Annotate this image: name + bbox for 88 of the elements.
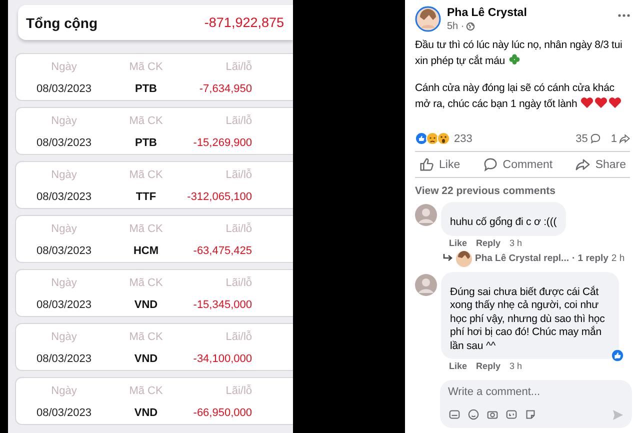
stock-symbol: HCM xyxy=(133,244,159,256)
comment-action-link[interactable]: Like xyxy=(449,361,468,371)
share-count[interactable]: 1 xyxy=(610,132,617,144)
comment-time: 3 h xyxy=(510,361,522,371)
post-time: 5h · xyxy=(447,20,464,32)
column-label: Ngày xyxy=(51,276,77,288)
column-label: Mã CK xyxy=(129,114,163,126)
share-arrow-icon xyxy=(619,133,630,144)
reply-time: 2 h xyxy=(611,253,625,264)
column-label: Ngày xyxy=(51,330,77,342)
more-options-icon[interactable] xyxy=(618,14,630,17)
stock-symbol: PTB xyxy=(135,82,157,94)
profit-loss-value: -34,100,000 xyxy=(193,352,252,364)
speech-bubble-icon xyxy=(482,157,498,172)
stock-symbol: VND xyxy=(134,298,158,310)
avatar-icon[interactable] xyxy=(456,250,472,266)
replies-link[interactable]: Pha Lê Crystal repl... xyxy=(475,253,569,264)
column-label: Mã CK xyxy=(129,222,163,234)
trade-card[interactable]: Ngày Mã CK Lãi/lỗ 08/03/2023 PTB -15,269,900 xyxy=(15,107,293,155)
column-label: Ngày xyxy=(51,384,77,396)
stock-symbol: PTB xyxy=(135,136,157,148)
comment-button[interactable]: Comment xyxy=(478,155,557,174)
column-label: Lãi/lỗ xyxy=(226,168,252,180)
trade-card[interactable]: Ngày Mã CK Lãi/lỗ 08/03/2023 PTB -7,634,950 xyxy=(15,53,293,101)
share-button[interactable]: Share xyxy=(571,155,630,174)
total-value: -871,922,875 xyxy=(204,15,284,30)
comment-field[interactable]: Write a comment... xyxy=(448,386,618,398)
column-label: Lãi/lỗ xyxy=(226,330,252,342)
comment-text: Đúng sai chưa biết được cái Cắt xong thấy nhẹ cả người, coi như học phí vậy, nhưng dù sao thì học phí hơi bị cao đó! Chúc may mắn lần sau ^^ xyxy=(450,286,606,353)
column-label: Lãi/lỗ xyxy=(226,222,252,234)
stock-symbol: VND xyxy=(134,406,158,418)
share-arrow-icon xyxy=(575,157,590,172)
column-label: Mã CK xyxy=(129,60,163,72)
column-label: Mã CK xyxy=(129,330,163,342)
post-text: Đầu tư thì có lúc này lúc nọ, nhân ngày 8/3 tui xin phép tự cắt máu xyxy=(414,38,624,69)
trade-card[interactable]: Ngày Mã CK Lãi/lỗ 08/03/2023 VND -34,100,000 xyxy=(15,323,293,371)
stock-symbol: TTF xyxy=(136,190,156,202)
profit-loss-value: -15,269,900 xyxy=(193,136,252,148)
stock-symbol: VND xyxy=(134,352,158,364)
profit-loss-value: -63,475,425 xyxy=(193,244,252,256)
speech-bubble-icon xyxy=(590,133,601,144)
trade-date: 08/03/2023 xyxy=(36,352,92,364)
column-label: Lãi/lỗ xyxy=(226,276,252,288)
comment-text: huhu cố gổng đi c ơ :((( xyxy=(450,216,557,230)
profit-loss-value: -66,950,000 xyxy=(193,406,252,418)
trade-date: 08/03/2023 xyxy=(36,406,92,418)
column-label: Mã CK xyxy=(129,276,163,288)
trade-date: 08/03/2023 xyxy=(36,298,92,310)
hearts-icon xyxy=(580,96,622,109)
author-name[interactable]: Pha Lê Crystal xyxy=(447,6,527,18)
view-more-comments-link[interactable]: View 22 previous comments xyxy=(405,178,640,197)
post-text: Cánh cửa này đóng lại sẽ có cánh cửa khác mở ra, chúc các bạn 1 ngày tốt lành xyxy=(405,81,640,112)
trade-date: 08/03/2023 xyxy=(36,82,92,94)
column-label: Mã CK xyxy=(129,384,163,396)
clover-icon xyxy=(508,53,521,66)
trade-date: 08/03/2023 xyxy=(36,190,92,202)
trade-card[interactable]: Ngày Mã CK Lãi/lỗ 08/03/2023 HCM -63,475,425 xyxy=(15,215,293,263)
reply-count: · 1 reply xyxy=(572,253,608,264)
profit-loss-value: -15,345,000 xyxy=(193,298,252,310)
column-label: Ngày xyxy=(51,168,77,180)
like-button[interactable]: Like xyxy=(415,155,464,174)
comment-action-link[interactable]: Like xyxy=(449,238,468,248)
column-label: Ngày xyxy=(51,222,77,234)
reaction-count[interactable]: 233 xyxy=(454,132,472,144)
total-label: Tổng cộng xyxy=(26,14,98,30)
thumbs-up-icon xyxy=(419,157,434,172)
column-label: Mã CK xyxy=(129,168,163,180)
column-label: Lãi/lỗ xyxy=(226,384,252,396)
reactions-icon[interactable] xyxy=(415,132,451,145)
comment-count[interactable]: 35 xyxy=(576,132,588,144)
camera-icon[interactable] xyxy=(486,408,499,421)
column-label: Lãi/lỗ xyxy=(226,60,252,72)
column-label: Ngày xyxy=(51,114,77,126)
comment-action-link[interactable]: Reply xyxy=(476,238,501,248)
profit-loss-value: -7,634,950 xyxy=(199,82,252,94)
trade-card[interactable]: Ngày Mã CK Lãi/lỗ 08/03/2023 VND -15,345,000 xyxy=(15,269,293,317)
trade-card[interactable]: Ngày Mã CK Lãi/lỗ 08/03/2023 VND -66,950,000 xyxy=(15,377,293,425)
avatar-icon[interactable] xyxy=(415,6,441,32)
reply-arrow-icon xyxy=(443,254,453,263)
column-label: Lãi/lỗ xyxy=(226,114,252,126)
profit-loss-value: -312,065,100 xyxy=(187,190,252,202)
column-label: Ngày xyxy=(51,60,77,72)
comment-action-link[interactable]: Reply xyxy=(476,361,501,371)
smiley-icon[interactable] xyxy=(467,408,480,421)
comment-time: 3 h xyxy=(510,238,522,248)
trade-card[interactable]: Ngày Mã CK Lãi/lỗ 08/03/2023 TTF -312,065,100 xyxy=(15,161,293,209)
trade-date: 08/03/2023 xyxy=(36,244,92,256)
trade-date: 08/03/2023 xyxy=(36,136,92,148)
